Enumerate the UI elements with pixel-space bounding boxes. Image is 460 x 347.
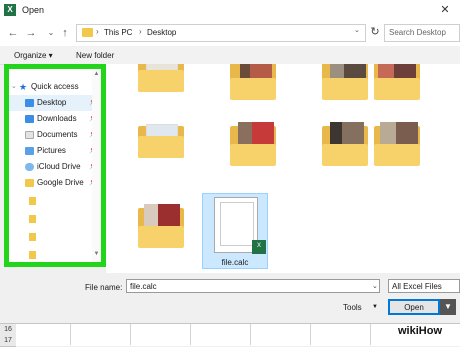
- sidebar-item-icloud-drive[interactable]: iCloud Drive 📌: [9, 159, 101, 175]
- folder-item[interactable]: [138, 204, 184, 248]
- folder-item[interactable]: [374, 122, 420, 166]
- pictures-icon: [25, 147, 34, 155]
- recent-locations-dropdown[interactable]: ⌄: [44, 25, 58, 41]
- chevron-down-icon[interactable]: ⌄: [11, 79, 17, 95]
- search-placeholder: Search Desktop: [389, 28, 446, 37]
- download-icon: [25, 115, 34, 123]
- chevron-down-icon[interactable]: ▼: [92, 251, 101, 257]
- file-preview: [220, 202, 254, 246]
- folder-item[interactable]: [230, 64, 276, 100]
- sidebar-header-label: Quick access: [31, 82, 79, 91]
- close-button[interactable]: ✕: [430, 0, 460, 20]
- sidebar-item-label: Downloads: [37, 114, 77, 123]
- row-header[interactable]: 17: [0, 335, 16, 347]
- grid-line: [250, 324, 251, 345]
- sidebar-item-downloads[interactable]: Downloads 📌: [9, 111, 101, 127]
- file-name-label[interactable]: file.calc: [202, 258, 268, 267]
- folder-icon[interactable]: [29, 215, 36, 223]
- open-button-label: Open: [404, 303, 424, 312]
- desktop-icon: [25, 99, 34, 107]
- forward-button[interactable]: →: [24, 25, 38, 41]
- icloud-icon: [25, 163, 34, 171]
- window-title: Open: [22, 5, 45, 15]
- sidebar-item-label: Desktop: [37, 98, 67, 107]
- file-type-value: All Excel Files: [392, 282, 442, 291]
- grid-line: [370, 324, 371, 345]
- grid-line: [310, 324, 311, 345]
- excel-icon: X: [4, 4, 16, 16]
- title-bar: [0, 0, 460, 20]
- caret-down-icon[interactable]: ▼: [372, 304, 378, 310]
- spreadsheet-background: [0, 323, 460, 346]
- star-icon: ★: [19, 82, 28, 92]
- command-bar: [0, 46, 460, 65]
- folder-icon[interactable]: [29, 251, 36, 259]
- google-drive-icon: [25, 179, 34, 187]
- chevron-up-icon[interactable]: ▲: [92, 71, 101, 77]
- file-name-value: file.calc: [130, 282, 157, 291]
- sidebar-item-desktop[interactable]: Desktop 📌: [9, 95, 101, 111]
- documents-icon: [25, 131, 34, 139]
- folder-item[interactable]: [322, 122, 368, 166]
- tools-button[interactable]: Tools: [343, 303, 362, 312]
- sidebar-item-label: iCloud Drive: [37, 162, 81, 171]
- navigation-pane[interactable]: ⌄ ★ Quick access Desktop 📌 Downloads 📌 D…: [4, 64, 106, 267]
- sidebar-item-label: Google Drive: [37, 178, 84, 187]
- folder-item[interactable]: [322, 64, 368, 100]
- watermark-logo: wikiHow: [398, 325, 443, 337]
- breadcrumb-this-pc[interactable]: This PC: [104, 28, 132, 37]
- folder-item[interactable]: [138, 122, 184, 158]
- sidebar-item-google-drive[interactable]: Google Drive 📌: [9, 175, 101, 191]
- sidebar-scrollbar[interactable]: ▲ ▼: [92, 69, 101, 262]
- file-list[interactable]: [106, 64, 460, 273]
- organize-button[interactable]: Organize ▾: [14, 51, 53, 60]
- up-button[interactable]: ↑: [58, 25, 72, 41]
- folder-icon[interactable]: [29, 197, 36, 205]
- new-folder-button[interactable]: New folder: [76, 51, 114, 60]
- sidebar-item-quick-access[interactable]: ⌄ ★ Quick access: [9, 79, 101, 95]
- breadcrumb-separator: ›: [139, 27, 142, 36]
- chevron-down-icon[interactable]: ⌄: [354, 26, 360, 34]
- breadcrumb-separator: ›: [96, 27, 99, 36]
- sidebar-item-documents[interactable]: Documents 📌: [9, 127, 101, 143]
- sidebar-item-label: Documents: [37, 130, 78, 139]
- refresh-button[interactable]: ↻: [368, 24, 382, 40]
- grid-line: [70, 324, 71, 345]
- folder-item[interactable]: [374, 64, 420, 100]
- folder-icon: [82, 28, 93, 37]
- folder-item[interactable]: [230, 122, 276, 166]
- grid-line: [130, 324, 131, 345]
- file-name-field-label: File name:: [85, 283, 123, 292]
- chevron-down-icon[interactable]: ⌄: [372, 282, 378, 290]
- file-name-input[interactable]: [126, 279, 380, 293]
- folder-item[interactable]: [138, 64, 184, 92]
- open-options-dropdown[interactable]: ▼: [440, 299, 456, 315]
- folder-icon[interactable]: [29, 233, 36, 241]
- breadcrumb-desktop[interactable]: Desktop: [147, 28, 176, 37]
- sidebar-item-label: Pictures: [37, 146, 66, 155]
- back-button[interactable]: ←: [6, 25, 20, 41]
- grid-line: [190, 324, 191, 345]
- sidebar-item-pictures[interactable]: Pictures 📌: [9, 143, 101, 159]
- excel-badge-label: X: [256, 243, 261, 249]
